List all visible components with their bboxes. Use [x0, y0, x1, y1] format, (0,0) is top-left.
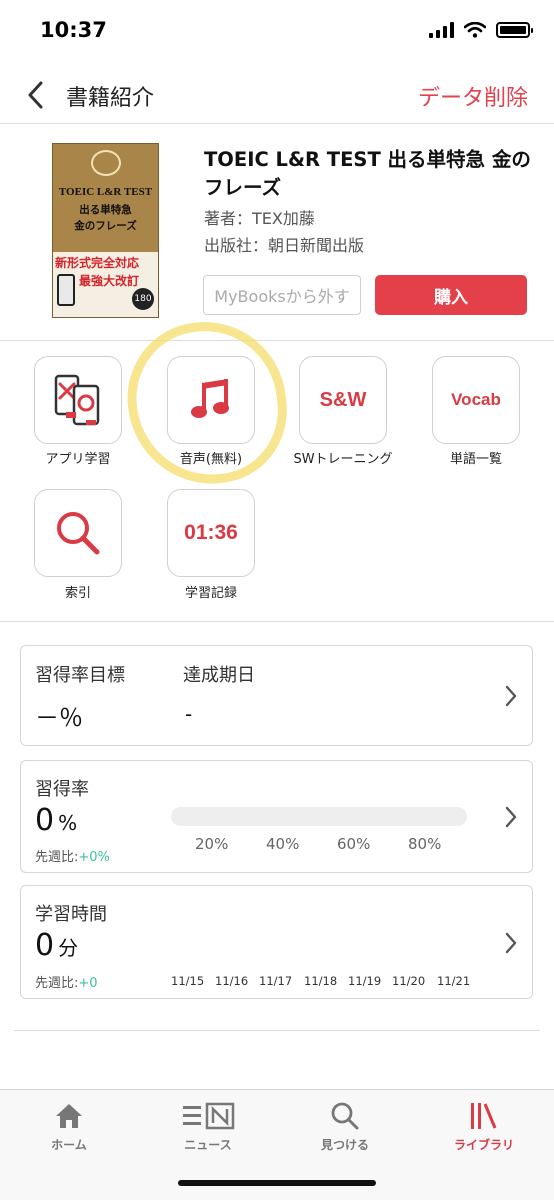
delete-data-button[interactable]: データ削除: [418, 80, 528, 112]
home-icon: [56, 1104, 82, 1128]
sw-training-button[interactable]: S&W: [299, 356, 387, 444]
progress-tick: 20%: [195, 835, 229, 853]
divider: [14, 1030, 540, 1031]
news-icon: [183, 1102, 235, 1130]
divider: [0, 621, 554, 622]
vocab-icon: Vocab: [451, 390, 501, 409]
cover-band-text: 新形式完全対応: [55, 256, 140, 270]
chevron-right-icon: [505, 685, 517, 707]
chevron-right-icon: [505, 932, 517, 954]
page-title: 書籍紹介: [66, 86, 155, 111]
status-bar: 10:37: [0, 0, 554, 66]
mastery-value: 0%: [35, 803, 78, 838]
battery-icon: [496, 22, 533, 38]
mastery-label: 習得率: [35, 779, 89, 800]
goal-card[interactable]: 習得率目標 －％ 達成期日 -: [20, 645, 533, 746]
cover-title-line: TOEIC L&R TEST: [58, 186, 153, 198]
cover-seal: [91, 150, 121, 176]
mastery-card[interactable]: 習得率 0% 先週比:+0% 20% 40% 60% 80%: [20, 760, 533, 873]
chevron-left-icon: [28, 81, 43, 109]
search-icon: [57, 512, 100, 555]
divider: [0, 340, 554, 341]
feature-label: SWトレーニング: [293, 452, 393, 467]
feature-label: 索引: [64, 586, 91, 601]
date-tick: 11/21: [437, 974, 471, 988]
tab-label: ホーム: [51, 1138, 87, 1152]
index-button[interactable]: [34, 489, 122, 577]
feature-label: 単語一覧: [449, 452, 502, 467]
buy-button[interactable]: 購入: [375, 275, 527, 315]
study-time-value: 0分: [35, 928, 79, 963]
date-tick: 11/17: [259, 974, 293, 988]
study-record-button[interactable]: 01:36: [167, 489, 255, 577]
tab-library[interactable]: ライブラリ: [434, 1090, 534, 1160]
tab-label: ライブラリ: [453, 1138, 514, 1152]
progress-tick: 80%: [408, 835, 442, 853]
search-icon: [331, 1102, 359, 1130]
week-comparison: 先週比:+0%: [35, 850, 110, 865]
flashcards-icon: [54, 374, 100, 426]
library-icon: [471, 1103, 497, 1129]
wifi-icon: [464, 22, 486, 38]
goal-label: 習得率目標: [35, 665, 125, 686]
date-tick: 11/18: [304, 974, 338, 988]
feature-label: 学習記録: [184, 586, 237, 601]
deadline-value: -: [185, 702, 193, 726]
cover-title-line: 金のフレーズ: [74, 220, 137, 232]
signal-icon: [429, 22, 454, 38]
vocab-list-button[interactable]: Vocab: [432, 356, 520, 444]
status-time: 10:37: [40, 18, 107, 42]
cover-band: 新形式完全対応 最強大改訂 180: [53, 252, 158, 317]
cover-badge: 180: [132, 288, 154, 310]
tab-label: ニュース: [184, 1138, 232, 1152]
mastery-progress-bar: [171, 807, 467, 826]
date-tick: 11/20: [392, 974, 426, 988]
cover-title-line: 出る単特急: [79, 204, 132, 216]
deadline-label: 達成期日: [183, 665, 255, 686]
phone-icon: [57, 274, 75, 306]
back-button[interactable]: [18, 78, 52, 112]
book-publisher: 出版社：朝日新聞出版: [204, 236, 365, 255]
progress-tick: 60%: [337, 835, 371, 853]
feature-label: 音声(無料): [179, 452, 243, 467]
tab-home[interactable]: ホーム: [19, 1090, 119, 1160]
week-comparison: 先週比:+0: [35, 976, 98, 991]
music-note-icon: [191, 379, 229, 418]
date-tick: 11/19: [348, 974, 382, 988]
tab-news[interactable]: ニュース: [158, 1090, 258, 1160]
audio-button[interactable]: [167, 356, 255, 444]
cover-band-text: 最強大改訂: [79, 274, 140, 288]
home-indicator: [178, 1180, 376, 1186]
study-time-label: 学習時間: [35, 904, 107, 925]
status-icons: [429, 22, 533, 38]
sw-icon: S&W: [319, 388, 367, 411]
date-tick: 11/15: [171, 974, 205, 988]
progress-tick: 40%: [266, 835, 300, 853]
tab-label: 見つける: [320, 1138, 369, 1152]
date-tick: 11/16: [215, 974, 249, 988]
study-time-card[interactable]: 学習時間 0分 先週比:+0 11/15 11/16 11/17 11/18 1…: [20, 885, 533, 999]
goal-value: －％: [35, 704, 83, 732]
book-cover: TOEIC L&R TEST 出る単特急 金のフレーズ 新形式完全対応 最強大改…: [52, 143, 159, 318]
book-title: TOEIC L&R TEST 出る単特急 金のフレーズ: [204, 148, 531, 199]
book-author: 著者：TEX加藤: [204, 209, 315, 228]
remove-from-mybooks-button[interactable]: MyBooksから外す: [203, 275, 361, 315]
timer-icon: 01:36: [184, 521, 238, 544]
app-study-button[interactable]: [34, 356, 122, 444]
nav-bar: 書籍紹介 データ削除: [0, 66, 554, 124]
tab-discover[interactable]: 見つける: [295, 1090, 395, 1160]
feature-label: アプリ学習: [45, 452, 111, 467]
chevron-right-icon: [505, 806, 517, 828]
